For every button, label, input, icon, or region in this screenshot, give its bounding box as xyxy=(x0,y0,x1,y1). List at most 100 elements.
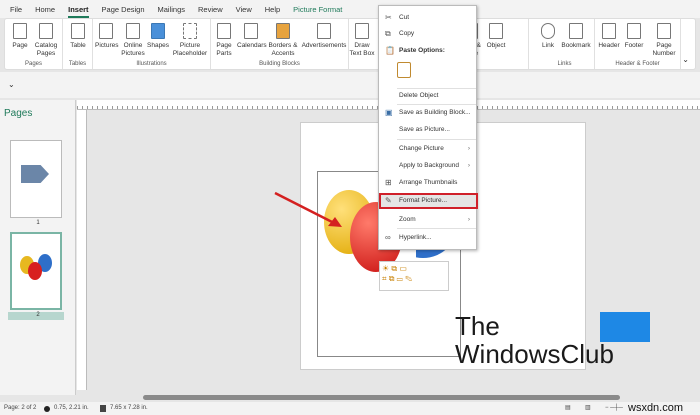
footer-icon xyxy=(627,23,641,39)
menu-item-format-picture[interactable]: ✎ Format Picture... xyxy=(379,194,476,208)
tab-review[interactable]: Review xyxy=(198,5,223,18)
label: Change Picture xyxy=(399,145,444,152)
page-indicator: Page: 2 of 2 xyxy=(4,405,37,411)
size-icon xyxy=(100,405,106,412)
group-tables: Table Tables xyxy=(63,19,93,69)
size-readout: 7.65 x 7.28 in. xyxy=(110,405,148,411)
scrollbar-thumb[interactable] xyxy=(143,395,620,400)
divider xyxy=(397,139,476,140)
table-button[interactable]: Table xyxy=(69,23,87,50)
copy-icon: ⧉ xyxy=(385,29,391,38)
shapes-button[interactable]: Shapes xyxy=(147,23,169,50)
group-header-footer: Header Footer Page Number Header & Foote… xyxy=(595,19,681,69)
picture-placeholder-button[interactable]: Picture Placeholder xyxy=(171,23,209,58)
group-pages: Page Catalog Pages Pages xyxy=(5,19,63,69)
single-page-view-icon[interactable]: ▤ xyxy=(565,402,571,415)
page-number-icon xyxy=(657,23,671,39)
text-box-icon xyxy=(355,23,369,39)
page-thumbnail-2[interactable] xyxy=(10,232,62,310)
label: Save as Building Block... xyxy=(399,109,471,116)
label: Header xyxy=(598,42,620,49)
menu-item-change-picture[interactable]: Change Picture › xyxy=(379,142,476,156)
clipboard-icon: 📋 xyxy=(385,46,395,55)
label: Online Pictures xyxy=(121,42,145,57)
tab-mailings[interactable]: Mailings xyxy=(158,5,186,18)
link-button[interactable]: Link xyxy=(539,23,557,50)
pictures-button[interactable]: Pictures xyxy=(95,23,118,50)
page-button[interactable]: Page xyxy=(11,23,29,50)
menu-item-save-as-picture[interactable]: Save as Picture... xyxy=(379,123,476,137)
context-menu: ✂ Cut ⧉ Copy 📋 Paste Options: Delete Object… xyxy=(378,5,478,250)
label: Hyperlink... xyxy=(399,234,432,241)
online-pictures-button[interactable]: Online Pictures xyxy=(121,23,145,58)
pictures-icon xyxy=(99,23,113,39)
grid-icon: ⊞ xyxy=(385,178,392,187)
calendars-button[interactable]: Calendars xyxy=(237,23,267,50)
menu-item-cut[interactable]: ✂ Cut xyxy=(379,11,476,25)
group-label: Links xyxy=(557,61,572,67)
tab-file[interactable]: File xyxy=(10,5,22,18)
page-thumbnail-1[interactable] xyxy=(10,140,62,218)
position-icon xyxy=(44,406,50,412)
label: Borders & Accents xyxy=(268,42,298,57)
paste-picture-button[interactable] xyxy=(397,62,411,78)
format-picture-icon: ✎ xyxy=(385,196,392,205)
balloon xyxy=(28,262,42,280)
tab-page-design[interactable]: Page Design xyxy=(102,5,145,18)
mini-toolbar[interactable]: ☀ ⧉ ▭ ⌗ ⧉ ▭ ✎ xyxy=(379,261,449,291)
label: Paste Options: xyxy=(399,47,445,54)
calendar-icon xyxy=(244,23,258,39)
label: Footer xyxy=(624,42,644,49)
bookmark-icon xyxy=(569,23,583,39)
position-readout: 0.75, 2.21 in. xyxy=(54,405,89,411)
page-parts-button[interactable]: Page Parts xyxy=(213,23,235,58)
page-number: 2 xyxy=(36,312,40,318)
customize-icon[interactable]: ⌄ xyxy=(8,80,15,89)
header-icon xyxy=(602,23,616,39)
group-label: Header & Footer xyxy=(615,61,660,67)
header-button[interactable]: Header xyxy=(597,23,621,50)
collapse-ribbon-icon[interactable]: ⌄ xyxy=(682,55,689,64)
menu-item-delete-object[interactable]: Delete Object xyxy=(379,89,476,103)
advertisements-icon xyxy=(317,23,331,39)
draw-text-box-button[interactable]: Draw Text Box xyxy=(349,23,375,58)
menu-item-copy[interactable]: ⧉ Copy xyxy=(379,27,476,41)
zoom-slider[interactable]: − ─┼─ xyxy=(605,402,623,415)
object-button[interactable]: Object xyxy=(485,23,507,50)
label: Zoom xyxy=(399,216,416,223)
red-arrow-annotation xyxy=(274,191,342,227)
catalog-pages-button[interactable]: Catalog Pages xyxy=(33,23,59,58)
menu-item-arrange-thumbnails[interactable]: ⊞ Arrange Thumbnails xyxy=(379,176,476,190)
tab-help[interactable]: Help xyxy=(265,5,280,18)
submenu-arrow-icon: › xyxy=(467,162,470,169)
bookmark-button[interactable]: Bookmark xyxy=(561,23,591,50)
group-links: Link Bookmark Links xyxy=(535,19,595,69)
page-parts-icon xyxy=(217,23,231,39)
footer-button[interactable]: Footer xyxy=(623,23,645,50)
borders-accents-button[interactable]: Borders & Accents xyxy=(267,23,299,58)
label: Copy xyxy=(399,30,415,37)
tab-view[interactable]: View xyxy=(236,5,252,18)
page-number-button[interactable]: Page Number xyxy=(649,23,679,58)
two-page-view-icon[interactable]: ▥ xyxy=(585,402,591,415)
page-icon xyxy=(13,23,27,39)
menu-item-apply-to-background[interactable]: Apply to Background › xyxy=(379,159,476,173)
shapes-icon xyxy=(151,23,165,39)
advertisements-button[interactable]: Advertisements xyxy=(301,23,347,50)
tab-picture-format[interactable]: Picture Format xyxy=(293,5,342,18)
shape-preview xyxy=(21,165,49,183)
catalog-icon xyxy=(39,23,53,39)
borders-icon xyxy=(276,23,290,39)
menu-item-zoom[interactable]: Zoom › xyxy=(379,213,476,227)
label: Page Number xyxy=(652,42,676,57)
menu-item-hyperlink[interactable]: ∞ Hyperlink... xyxy=(379,231,476,245)
link-icon: ∞ xyxy=(385,233,391,242)
windows-logo xyxy=(600,312,650,342)
tab-home[interactable]: Home xyxy=(35,5,55,18)
label: Page Parts xyxy=(216,42,232,57)
menu-item-save-building-block[interactable]: ▣ Save as Building Block... xyxy=(379,106,476,120)
tab-insert[interactable]: Insert xyxy=(68,5,89,18)
ribbon: Page Catalog Pages Pages Table Tables Pi… xyxy=(4,18,696,70)
label: Object xyxy=(486,42,506,49)
divider xyxy=(397,228,476,229)
